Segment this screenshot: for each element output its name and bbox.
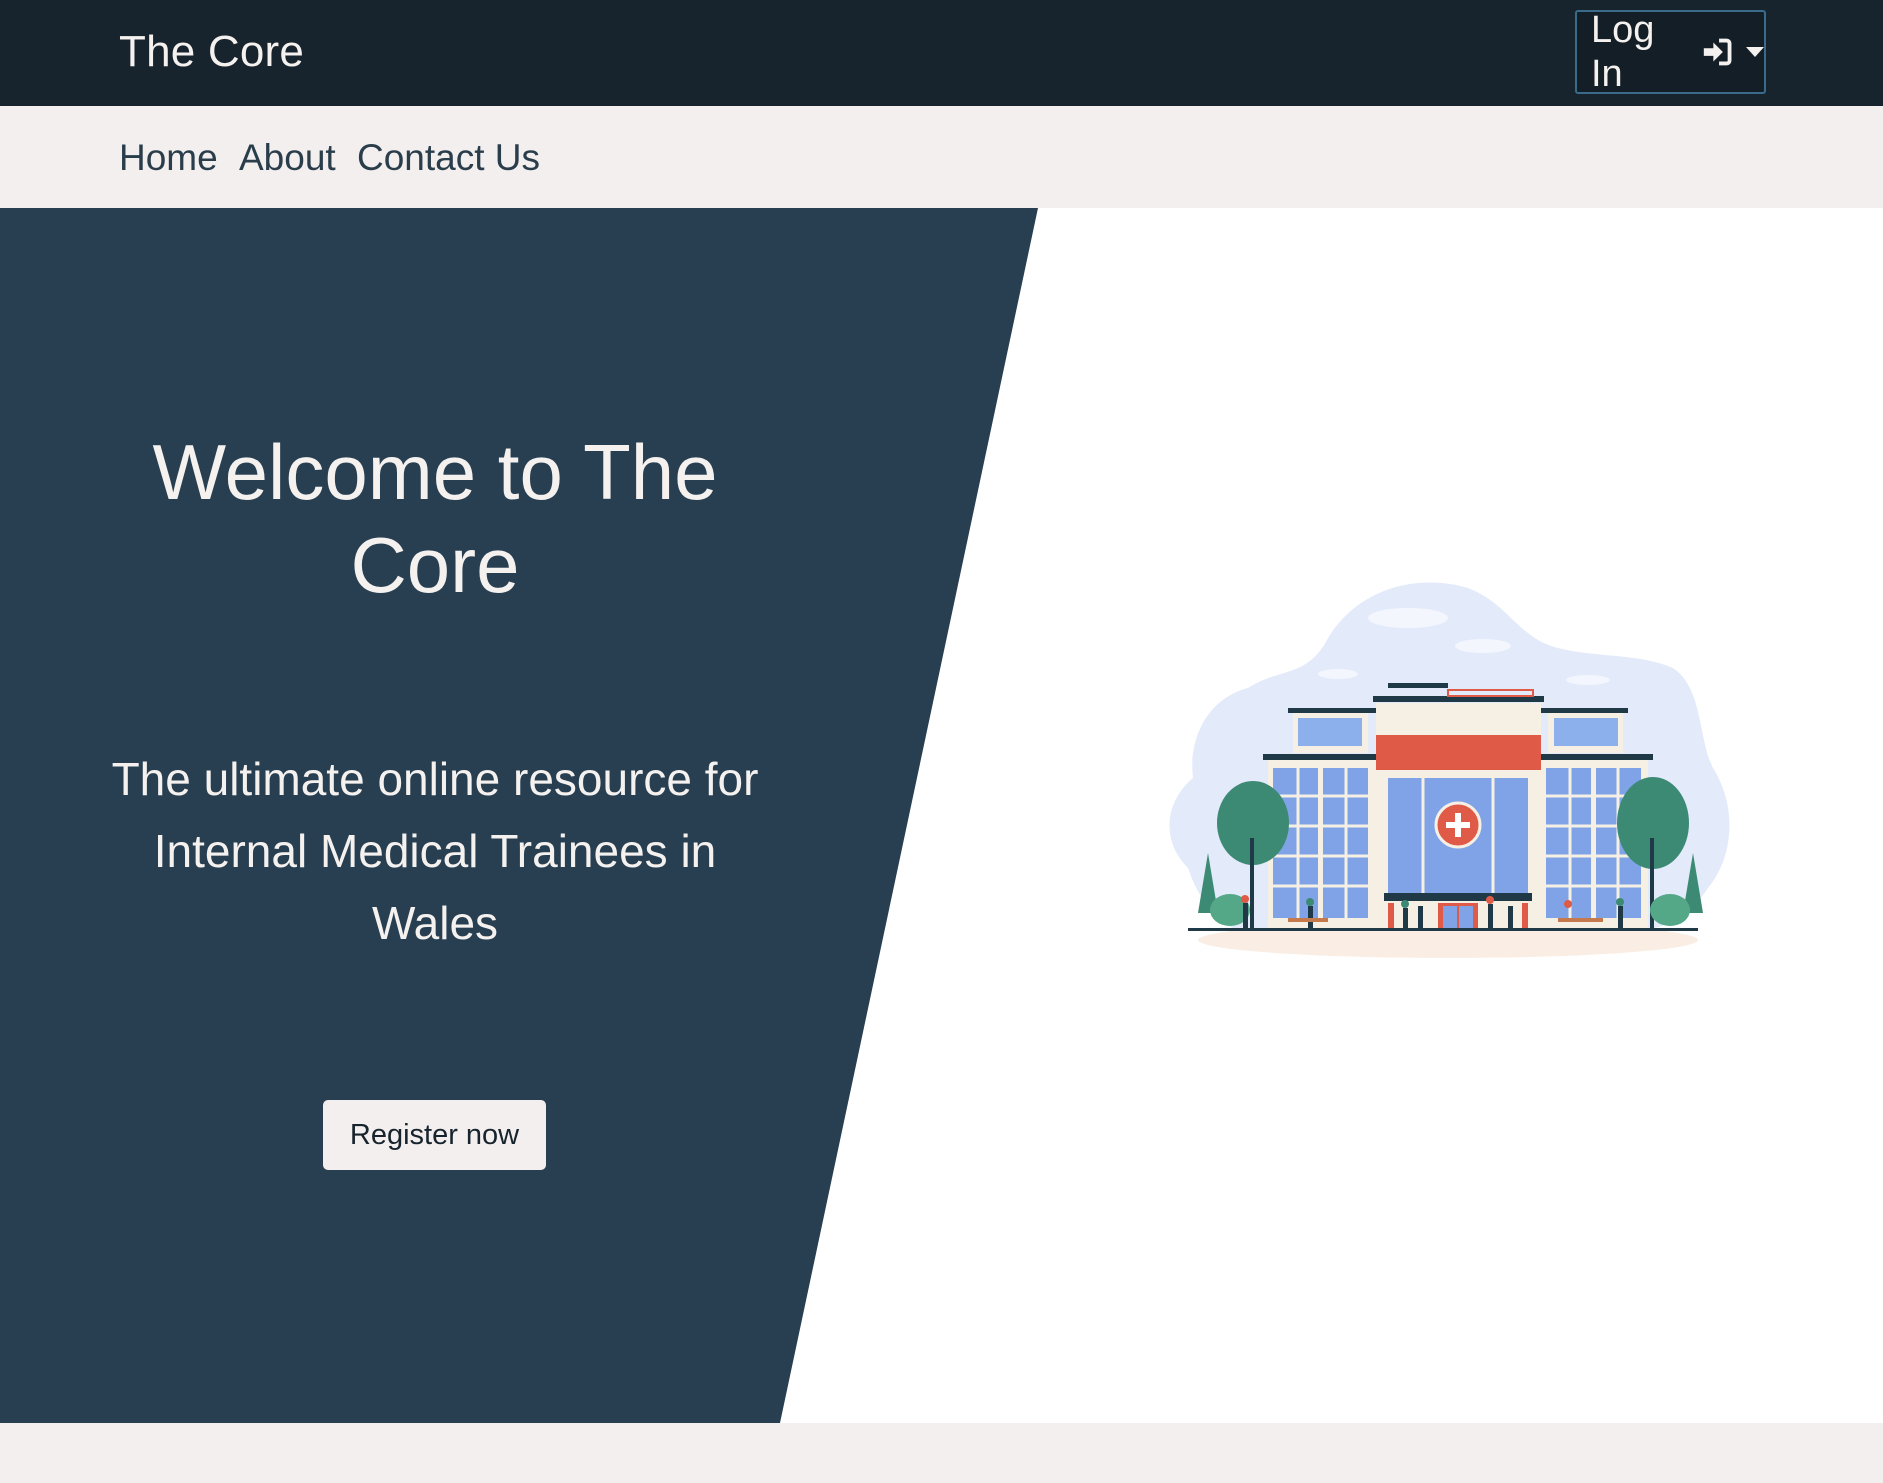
nav-item-home[interactable]: Home <box>119 136 218 180</box>
brand-logo-text[interactable]: The Core <box>119 26 304 78</box>
top-bar: The Core Log In <box>0 0 1883 106</box>
caret-down-icon <box>1746 47 1764 57</box>
main-nav: Home About Contact Us <box>0 106 1883 208</box>
login-label: Log In <box>1591 9 1655 95</box>
register-now-button[interactable]: Register now <box>323 1100 546 1170</box>
hero-section: Welcome to The Core The ultimate online … <box>0 208 1883 1423</box>
hospital-building-illustration <box>1169 582 1730 958</box>
login-dropdown-button[interactable]: Log In <box>1575 9 1766 95</box>
footer-strip <box>0 1423 1883 1483</box>
nav-item-about[interactable]: About <box>239 136 336 180</box>
nav-item-contact-us[interactable]: Contact Us <box>357 136 540 180</box>
hero-subtitle: The ultimate online resource for Interna… <box>111 753 759 949</box>
hero-title: Welcome to The Core <box>152 428 718 609</box>
sign-in-icon <box>1703 38 1732 66</box>
